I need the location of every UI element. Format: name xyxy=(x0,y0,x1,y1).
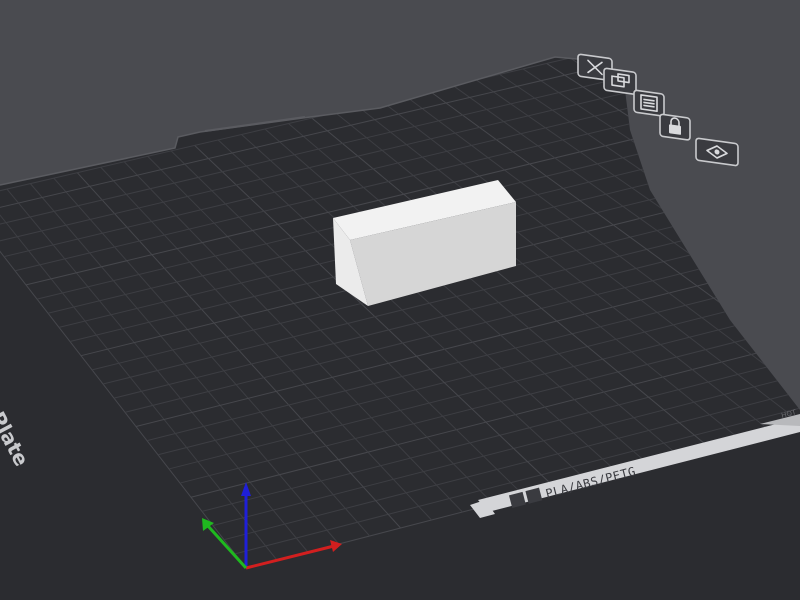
plate-settings-button[interactable] xyxy=(633,89,665,117)
lock-plate-button[interactable] xyxy=(659,113,691,141)
view-plate-button[interactable] xyxy=(695,137,739,167)
arrange-plate-button[interactable] xyxy=(603,67,637,95)
3d-viewport[interactable]: PLA/ABS/PETG HOT Bambu Textured PEI Plat… xyxy=(0,0,800,600)
